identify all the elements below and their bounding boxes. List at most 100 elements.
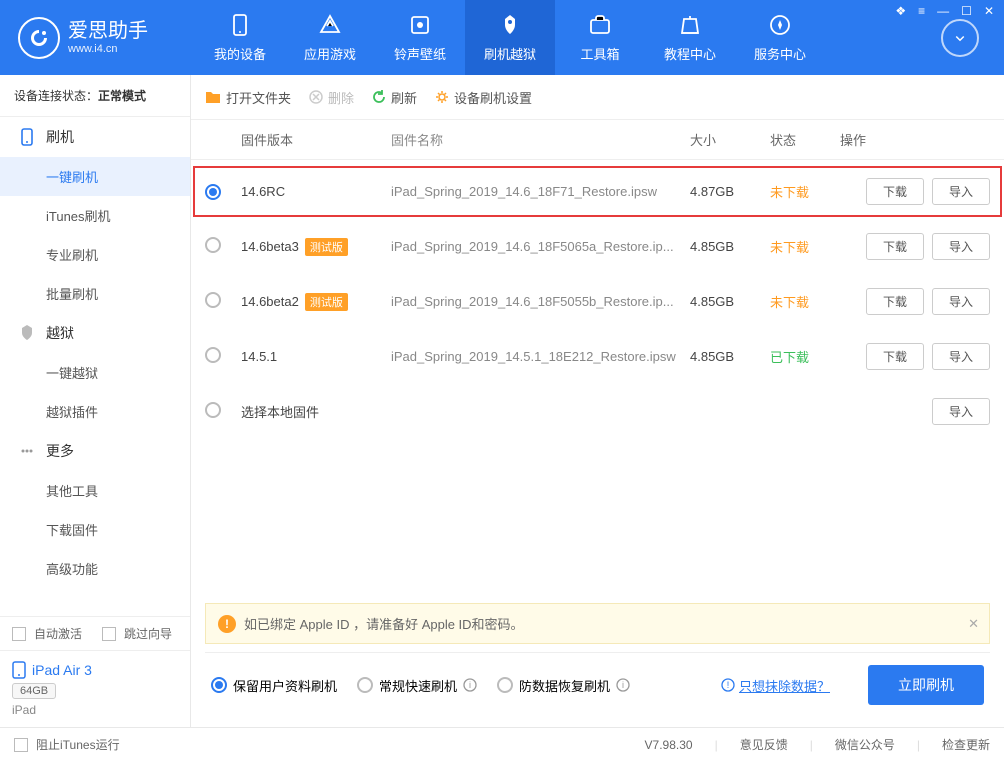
row-status: 已下载 xyxy=(770,347,840,366)
flash-option-2[interactable]: 防数据恢复刷机 i xyxy=(497,676,630,695)
row-action-button[interactable]: 导入 xyxy=(932,288,990,315)
nav-tab-0[interactable]: 我的设备 xyxy=(195,0,285,75)
menu-icon[interactable]: ≡ xyxy=(918,4,925,18)
row-action-button[interactable]: 下载 xyxy=(866,233,924,260)
row-action-button[interactable]: 下载 xyxy=(866,288,924,315)
firmware-row[interactable]: 14.6RCiPad_Spring_2019_14.6_18F71_Restor… xyxy=(191,164,1004,219)
sidebar-item-2-0[interactable]: 其他工具 xyxy=(0,471,190,510)
check-update-link[interactable]: 检查更新 xyxy=(942,736,990,753)
skin-icon[interactable]: ❖ xyxy=(895,4,906,18)
sidebar-group-2[interactable]: 更多 xyxy=(0,431,190,471)
group-title: 刷机 xyxy=(46,127,74,147)
nav-tab-6[interactable]: 服务中心 xyxy=(735,0,825,75)
logo-area: 爱思助手 www.i4.cn xyxy=(0,17,195,59)
appleid-banner: ! 如已绑定 Apple ID ，请准备好 Apple ID和密码。 ✕ xyxy=(205,603,990,644)
refresh-button[interactable]: 刷新 xyxy=(372,88,417,107)
sidebar-item-0-2[interactable]: 专业刷机 xyxy=(0,235,190,274)
row-filename: iPad_Spring_2019_14.5.1_18E212_Restore.i… xyxy=(391,349,690,364)
option-label: 防数据恢复刷机 xyxy=(519,676,610,695)
logo-icon xyxy=(18,17,60,59)
row-radio[interactable] xyxy=(205,402,221,418)
nav-tab-4[interactable]: 工具箱 xyxy=(555,0,645,75)
maximize-icon[interactable]: ☐ xyxy=(961,4,972,18)
firmware-row[interactable]: 14.6beta2测试版iPad_Spring_2019_14.6_18F505… xyxy=(191,274,1004,329)
banner-close-icon[interactable]: ✕ xyxy=(968,616,979,632)
row-radio[interactable] xyxy=(205,237,221,253)
refresh-icon xyxy=(372,90,386,104)
nav-tab-3[interactable]: 刷机越狱 xyxy=(465,0,555,75)
row-radio[interactable] xyxy=(205,292,221,308)
sidebar-item-0-1[interactable]: iTunes刷机 xyxy=(0,196,190,235)
sidebar-item-1-1[interactable]: 越狱插件 xyxy=(0,392,190,431)
group-title: 更多 xyxy=(46,441,74,461)
open-folder-button[interactable]: 打开文件夹 xyxy=(205,88,291,107)
row-action-button[interactable]: 下载 xyxy=(866,178,924,205)
flash-now-button[interactable]: 立即刷机 xyxy=(868,665,984,705)
info-icon[interactable]: i xyxy=(616,678,630,692)
firmware-row[interactable]: 选择本地固件导入 xyxy=(191,384,1004,439)
conn-value: 正常模式 xyxy=(98,89,146,103)
nav-tab-5[interactable]: 教程中心 xyxy=(645,0,735,75)
row-radio[interactable] xyxy=(205,184,221,200)
info-icon[interactable]: i xyxy=(463,678,477,692)
block-itunes-checkbox[interactable] xyxy=(14,738,28,752)
nav-tab-1[interactable]: 应用游戏 xyxy=(285,0,375,75)
firmware-row[interactable]: 14.5.1 iPad_Spring_2019_14.5.1_18E212_Res… xyxy=(191,329,1004,384)
flash-option-1[interactable]: 常规快速刷机i xyxy=(357,676,477,695)
row-filename: iPad_Spring_2019_14.6_18F71_Restore.ipsw xyxy=(391,184,690,199)
row-version: 14.5.1 xyxy=(241,349,277,364)
row-action-button[interactable]: 导入 xyxy=(932,233,990,260)
option-radio[interactable] xyxy=(211,677,227,693)
banner-text: 如已绑定 Apple ID ，请准备好 Apple ID和密码。 xyxy=(244,614,524,633)
erase-data-link[interactable]: !只想抹除数据？ xyxy=(721,676,830,695)
row-action-button[interactable]: 导入 xyxy=(932,343,990,370)
minimize-icon[interactable]: — xyxy=(937,4,949,18)
app-subtitle: www.i4.cn xyxy=(68,43,148,56)
skip-wizard-checkbox[interactable] xyxy=(102,627,116,641)
auto-activate-label: 自动激活 xyxy=(34,625,82,642)
firmware-row[interactable]: 14.6beta3测试版iPad_Spring_2019_14.6_18F506… xyxy=(191,219,1004,274)
row-action-button[interactable]: 导入 xyxy=(932,178,990,205)
flash-option-0[interactable]: 保留用户资料刷机 xyxy=(211,676,337,695)
nav-label: 服务中心 xyxy=(754,44,806,63)
svg-text:!: ! xyxy=(727,680,730,690)
beta-badge: 测试版 xyxy=(305,293,348,311)
settings-button[interactable]: 设备刷机设置 xyxy=(435,88,532,107)
row-size: 4.85GB xyxy=(690,294,770,309)
row-status: 未下载 xyxy=(770,237,840,256)
delete-icon xyxy=(309,90,323,104)
group-icon xyxy=(18,128,36,146)
row-action-button[interactable]: 下载 xyxy=(866,343,924,370)
option-radio[interactable] xyxy=(497,677,513,693)
row-action-button[interactable]: 导入 xyxy=(932,398,990,425)
row-filename: iPad_Spring_2019_14.6_18F5065a_Restore.i… xyxy=(391,239,690,254)
sidebar-item-2-2[interactable]: 高级功能 xyxy=(0,549,190,588)
row-status: 未下载 xyxy=(770,292,840,311)
gear-icon xyxy=(435,90,449,104)
sidebar-item-2-1[interactable]: 下载固件 xyxy=(0,510,190,549)
close-icon[interactable]: ✕ xyxy=(984,4,994,18)
device-name: iPad Air 3 xyxy=(32,662,92,678)
group-title: 越狱 xyxy=(46,323,74,343)
sidebar-item-1-0[interactable]: 一键越狱 xyxy=(0,353,190,392)
nav-tab-2[interactable]: 铃声壁纸 xyxy=(375,0,465,75)
sidebar-group-1[interactable]: 越狱 xyxy=(0,313,190,353)
row-radio[interactable] xyxy=(205,347,221,363)
nav-icon xyxy=(677,12,703,38)
header-version: 固件版本 xyxy=(241,130,391,149)
wechat-link[interactable]: 微信公众号 xyxy=(835,736,895,753)
info-icon: ! xyxy=(721,678,735,692)
device-info[interactable]: iPad Air 3 64GB iPad xyxy=(0,650,190,727)
auto-activate-checkbox[interactable] xyxy=(12,627,26,641)
feedback-link[interactable]: 意见反馈 xyxy=(740,736,788,753)
sidebar-item-0-3[interactable]: 批量刷机 xyxy=(0,274,190,313)
sidebar-group-0[interactable]: 刷机 xyxy=(0,117,190,157)
option-radio[interactable] xyxy=(357,677,373,693)
device-icon xyxy=(12,661,26,679)
sidebar-bottom: 自动激活 跳过向导 iPad Air 3 64GB iPad xyxy=(0,616,190,727)
main-panel: 打开文件夹 删除 刷新 设备刷机设置 固件版本 固件名称 大小 状态 操作 14… xyxy=(191,75,1004,727)
svg-text:i: i xyxy=(469,680,471,690)
sync-button[interactable] xyxy=(941,19,979,57)
sidebar-item-0-0[interactable]: 一键刷机 xyxy=(0,157,190,196)
delete-button[interactable]: 删除 xyxy=(309,88,354,107)
